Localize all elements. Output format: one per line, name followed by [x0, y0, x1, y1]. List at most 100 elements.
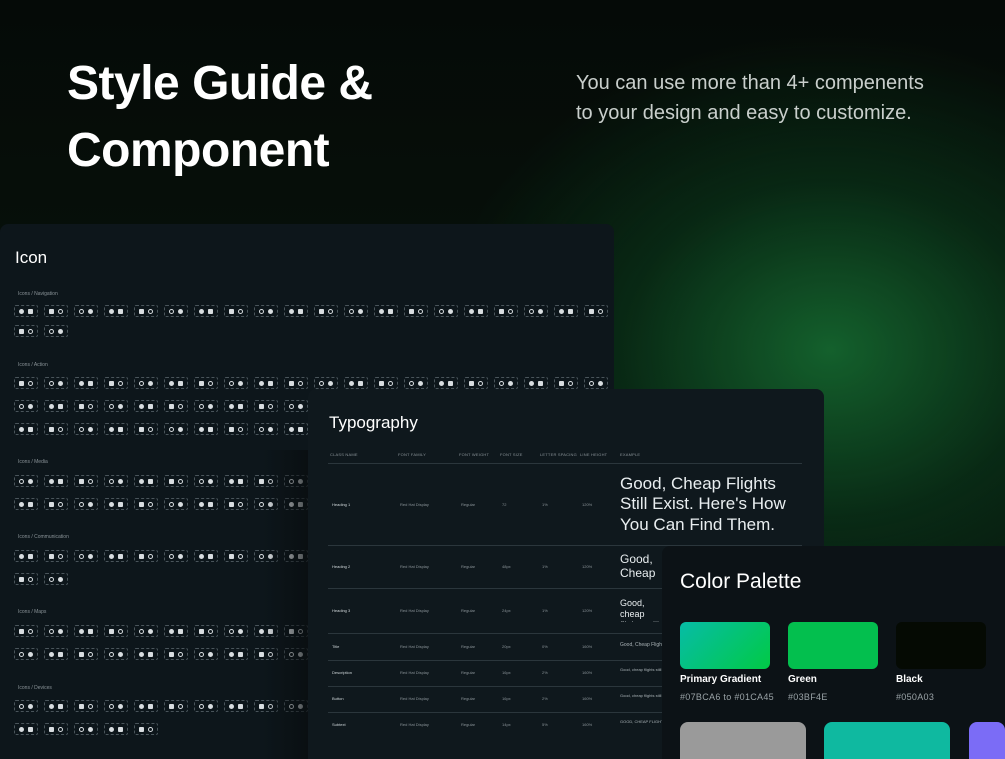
icon-pair[interactable] [554, 377, 578, 389]
icon-pair[interactable] [224, 550, 248, 562]
icon-pair[interactable] [104, 498, 128, 510]
icon-pair[interactable] [44, 305, 68, 317]
icon-pair[interactable] [74, 498, 98, 510]
icon-pair[interactable] [44, 498, 68, 510]
icon-pair[interactable] [164, 648, 188, 660]
icon-pair[interactable] [44, 625, 68, 637]
icon-pair[interactable] [164, 475, 188, 487]
icon-pair[interactable] [224, 305, 248, 317]
icon-pair[interactable] [74, 648, 98, 660]
icon-pair[interactable] [194, 475, 218, 487]
icon-pair[interactable] [14, 723, 38, 735]
icon-pair[interactable] [44, 723, 68, 735]
icon-pair[interactable] [194, 305, 218, 317]
icon-pair[interactable] [44, 573, 68, 585]
icon-pair[interactable] [44, 648, 68, 660]
icon-pair[interactable] [374, 377, 398, 389]
icon-pair[interactable] [404, 305, 428, 317]
icon-pair[interactable] [224, 423, 248, 435]
icon-pair[interactable] [104, 377, 128, 389]
icon-pair[interactable] [284, 400, 308, 412]
icon-pair[interactable] [374, 305, 398, 317]
icon-pair[interactable] [14, 423, 38, 435]
icon-pair[interactable] [74, 377, 98, 389]
icon-pair[interactable] [434, 377, 458, 389]
icon-pair[interactable] [224, 700, 248, 712]
icon-pair[interactable] [14, 700, 38, 712]
icon-pair[interactable] [44, 550, 68, 562]
icon-pair[interactable] [554, 305, 578, 317]
icon-pair[interactable] [44, 400, 68, 412]
icon-pair[interactable] [194, 498, 218, 510]
icon-pair[interactable] [74, 475, 98, 487]
icon-pair[interactable] [104, 700, 128, 712]
icon-pair[interactable] [14, 475, 38, 487]
icon-pair[interactable] [524, 305, 548, 317]
color-swatch[interactable] [824, 722, 950, 759]
icon-pair[interactable] [134, 700, 158, 712]
icon-pair[interactable] [14, 648, 38, 660]
icon-pair[interactable] [284, 377, 308, 389]
icon-pair[interactable] [104, 723, 128, 735]
icon-pair[interactable] [254, 305, 278, 317]
icon-pair[interactable] [314, 305, 338, 317]
icon-pair[interactable] [194, 550, 218, 562]
color-swatch[interactable] [680, 622, 770, 669]
icon-pair[interactable] [74, 423, 98, 435]
icon-pair[interactable] [74, 400, 98, 412]
icon-pair[interactable] [344, 305, 368, 317]
icon-pair[interactable] [254, 377, 278, 389]
icon-pair[interactable] [164, 550, 188, 562]
icon-pair[interactable] [104, 550, 128, 562]
icon-pair[interactable] [284, 305, 308, 317]
icon-pair[interactable] [74, 625, 98, 637]
icon-pair[interactable] [14, 305, 38, 317]
icon-pair[interactable] [494, 305, 518, 317]
icon-pair[interactable] [14, 625, 38, 637]
icon-pair[interactable] [224, 498, 248, 510]
icon-pair[interactable] [104, 625, 128, 637]
icon-pair[interactable] [224, 475, 248, 487]
icon-pair[interactable] [44, 377, 68, 389]
icon-pair[interactable] [104, 400, 128, 412]
icon-pair[interactable] [404, 377, 428, 389]
icon-pair[interactable] [14, 377, 38, 389]
color-swatch[interactable] [680, 722, 806, 759]
icon-pair[interactable] [44, 475, 68, 487]
icon-pair[interactable] [464, 305, 488, 317]
icon-pair[interactable] [164, 400, 188, 412]
icon-pair[interactable] [14, 400, 38, 412]
icon-pair[interactable] [164, 423, 188, 435]
icon-pair[interactable] [584, 305, 608, 317]
icon-pair[interactable] [224, 400, 248, 412]
icon-pair[interactable] [104, 475, 128, 487]
icon-pair[interactable] [104, 423, 128, 435]
icon-pair[interactable] [464, 377, 488, 389]
color-swatch[interactable] [788, 622, 878, 669]
icon-pair[interactable] [164, 700, 188, 712]
icon-pair[interactable] [134, 400, 158, 412]
icon-pair[interactable] [194, 648, 218, 660]
icon-pair[interactable] [224, 625, 248, 637]
icon-pair[interactable] [194, 625, 218, 637]
icon-pair[interactable] [584, 377, 608, 389]
icon-pair[interactable] [134, 625, 158, 637]
icon-pair[interactable] [134, 305, 158, 317]
icon-pair[interactable] [164, 377, 188, 389]
icon-pair[interactable] [14, 498, 38, 510]
icon-pair[interactable] [284, 423, 308, 435]
icon-pair[interactable] [164, 625, 188, 637]
icon-pair[interactable] [194, 400, 218, 412]
icon-pair[interactable] [104, 305, 128, 317]
icon-pair[interactable] [44, 423, 68, 435]
icon-pair[interactable] [494, 377, 518, 389]
icon-pair[interactable] [74, 550, 98, 562]
icon-pair[interactable] [44, 325, 68, 337]
icon-pair[interactable] [74, 723, 98, 735]
icon-pair[interactable] [134, 475, 158, 487]
icon-pair[interactable] [134, 550, 158, 562]
color-swatch[interactable] [969, 722, 1005, 759]
color-swatch[interactable] [896, 622, 986, 669]
icon-pair[interactable] [14, 573, 38, 585]
icon-pair[interactable] [344, 377, 368, 389]
